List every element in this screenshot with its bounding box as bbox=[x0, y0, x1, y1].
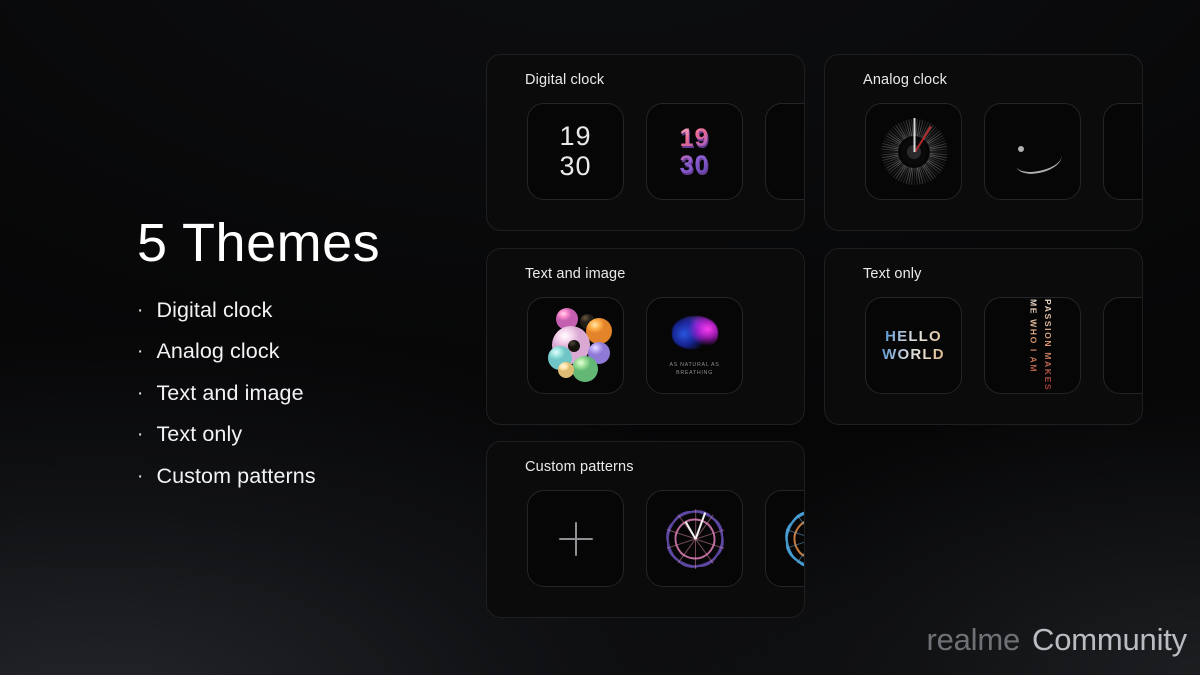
mandala-rays bbox=[772, 497, 804, 581]
left-panel: 5 Themes · Digital clock · Analog clock … bbox=[137, 215, 467, 507]
tile-orange-blue-mandala-dial[interactable] bbox=[765, 490, 804, 587]
sphere-cluster-icon bbox=[534, 304, 618, 388]
bullet-dot-icon: · bbox=[137, 299, 144, 321]
tile-row: 19 30 19 30 bbox=[527, 103, 804, 200]
theme-card-grid: Digital clock 19 30 19 30 Analog clock T… bbox=[486, 54, 1200, 624]
card-text-only[interactable]: Text only HELLO WORLD PASSION MAKES ME W… bbox=[824, 248, 1143, 425]
list-item: · Text and image bbox=[137, 380, 467, 405]
mandala-ray bbox=[785, 528, 804, 540]
dotted-circle-icon bbox=[1143, 113, 1144, 191]
text-line-2: ME WHO I AM bbox=[1028, 299, 1039, 374]
tile-3d-digits[interactable]: 19 30 bbox=[646, 103, 743, 200]
bullet-dot-icon: · bbox=[137, 382, 144, 404]
swoosh-icon bbox=[1016, 145, 1062, 171]
mandala-pattern-icon bbox=[772, 497, 804, 581]
card-custom-patterns[interactable]: Custom patterns bbox=[486, 441, 805, 618]
hello-world-text: HELLO WORLD bbox=[882, 328, 945, 363]
card-text-and-image[interactable]: Text and image AS NATURAL AS BREATHING bbox=[486, 248, 805, 425]
mandala-ray bbox=[694, 538, 696, 569]
tile-clipped[interactable] bbox=[765, 103, 804, 200]
tile-minimal-swoosh-dial[interactable] bbox=[984, 103, 1081, 200]
list-item-label: Text only bbox=[156, 422, 243, 447]
tile-pink-mandala-dial[interactable] bbox=[646, 490, 743, 587]
time-hours: 19 bbox=[559, 121, 592, 152]
card-title: Text only bbox=[863, 266, 922, 282]
tile-sphere-cluster[interactable] bbox=[527, 297, 624, 394]
tile-row bbox=[865, 103, 1144, 200]
tile-caption: AS NATURAL AS BREATHING bbox=[669, 361, 719, 377]
text-line-1: HELLO bbox=[885, 327, 942, 345]
theme-list: · Digital clock · Analog clock · Text an… bbox=[137, 297, 467, 488]
tile-hello-world[interactable]: HELLO WORLD bbox=[865, 297, 962, 394]
digital-time-readout: 19 30 bbox=[559, 122, 591, 180]
vertical-quote-text: PASSION MAKES ME WHO I AM bbox=[1026, 299, 1055, 391]
sphere bbox=[571, 355, 598, 382]
list-item: · Analog clock bbox=[137, 341, 467, 363]
time-minutes: 30 bbox=[559, 150, 592, 181]
card-title: Text and image bbox=[525, 266, 626, 282]
mandala-pattern-icon bbox=[653, 497, 737, 581]
card-analog-clock[interactable]: Analog clock bbox=[824, 54, 1143, 231]
list-item-label: Digital clock bbox=[156, 297, 273, 322]
card-title: Digital clock bbox=[525, 72, 605, 88]
sphere bbox=[567, 339, 580, 352]
tile-row: AS NATURAL AS BREATHING bbox=[527, 297, 743, 394]
text-line-2: WORLD bbox=[882, 345, 945, 363]
tile-jellyfish[interactable]: AS NATURAL AS BREATHING bbox=[646, 297, 743, 394]
card-title: Analog clock bbox=[863, 72, 948, 88]
caption-line-2: BREATHING bbox=[676, 370, 713, 376]
tile-row: HELLO WORLD PASSION MAKES ME WHO I AM TA… bbox=[865, 297, 1142, 394]
time-minutes: 30 bbox=[679, 150, 710, 179]
page-title: 5 Themes bbox=[137, 213, 381, 273]
jellyfish-icon bbox=[671, 315, 718, 349]
list-item: · Digital clock bbox=[137, 297, 467, 322]
list-item-label: Analog clock bbox=[156, 339, 280, 364]
tile-passion-vertical[interactable]: PASSION MAKES ME WHO I AM bbox=[984, 297, 1081, 394]
list-item-label: Text and image bbox=[156, 380, 304, 405]
text-line-1: PASSION MAKES bbox=[1043, 299, 1054, 392]
tile-dotted-arc-dial[interactable] bbox=[1103, 103, 1144, 200]
list-item: · Text only bbox=[137, 424, 467, 446]
list-item: · Custom patterns bbox=[137, 463, 467, 488]
mandala-ray bbox=[785, 537, 804, 549]
digital-time-readout-3d: 19 30 bbox=[680, 125, 710, 178]
bullet-dot-icon: · bbox=[137, 424, 144, 446]
tile-row bbox=[527, 490, 804, 587]
plus-icon[interactable] bbox=[558, 521, 593, 556]
card-digital-clock[interactable]: Digital clock 19 30 19 30 bbox=[486, 54, 805, 231]
minute-hand bbox=[913, 117, 915, 152]
bullet-dot-icon: · bbox=[137, 465, 144, 487]
card-title: Custom patterns bbox=[525, 459, 634, 475]
list-item-label: Custom patterns bbox=[156, 463, 316, 488]
sphere bbox=[557, 361, 574, 378]
radial-burst-icon bbox=[877, 115, 951, 189]
tile-plain-digits[interactable]: 19 30 bbox=[527, 103, 624, 200]
tile-take-passion[interactable]: TAKE PASSI EXTRE bbox=[1103, 297, 1142, 394]
time-hours: 19 bbox=[679, 124, 710, 153]
brand-realme: realme bbox=[926, 622, 1021, 657]
tile-radial-burst-dial[interactable] bbox=[865, 103, 962, 200]
bullet-dot-icon: · bbox=[137, 341, 144, 363]
brand-watermark: realme Community bbox=[926, 622, 1187, 658]
brand-community: Community bbox=[1032, 622, 1187, 657]
tile-add-pattern[interactable] bbox=[527, 490, 624, 587]
caption-line-1: AS NATURAL AS bbox=[669, 361, 720, 368]
